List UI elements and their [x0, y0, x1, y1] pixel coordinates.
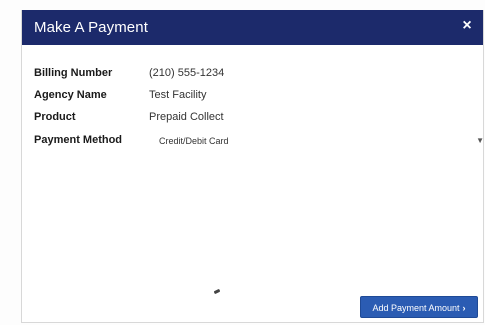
payment-method-label: Payment Method: [34, 134, 123, 146]
modal-title: Make A Payment: [34, 19, 148, 36]
payment-method-selected: Credit/Debit Card: [159, 136, 229, 146]
payment-modal: Make A Payment × Billing Number (210) 55…: [21, 10, 484, 323]
agency-name-label: Agency Name: [34, 89, 107, 101]
chevron-right-icon: ›: [462, 303, 466, 313]
page: Make A Payment × Billing Number (210) 55…: [0, 0, 485, 325]
product-value: Prepaid Collect: [149, 111, 224, 123]
billing-number-label: Billing Number: [34, 67, 113, 79]
modal-header: Make A Payment ×: [22, 10, 483, 45]
product-label: Product: [34, 111, 76, 123]
close-icon[interactable]: ×: [459, 16, 475, 36]
payment-method-select[interactable]: Credit/Debit Card ▼: [159, 136, 484, 150]
agency-name-value: Test Facility: [149, 89, 207, 101]
billing-number-value: (210) 555-1234: [149, 67, 225, 79]
add-payment-amount-label: Add Payment Amount: [372, 303, 460, 313]
chevron-down-icon: ▼: [476, 136, 484, 145]
cursor-mark: [213, 288, 221, 295]
add-payment-amount-button[interactable]: Add Payment Amount ›: [360, 296, 478, 318]
